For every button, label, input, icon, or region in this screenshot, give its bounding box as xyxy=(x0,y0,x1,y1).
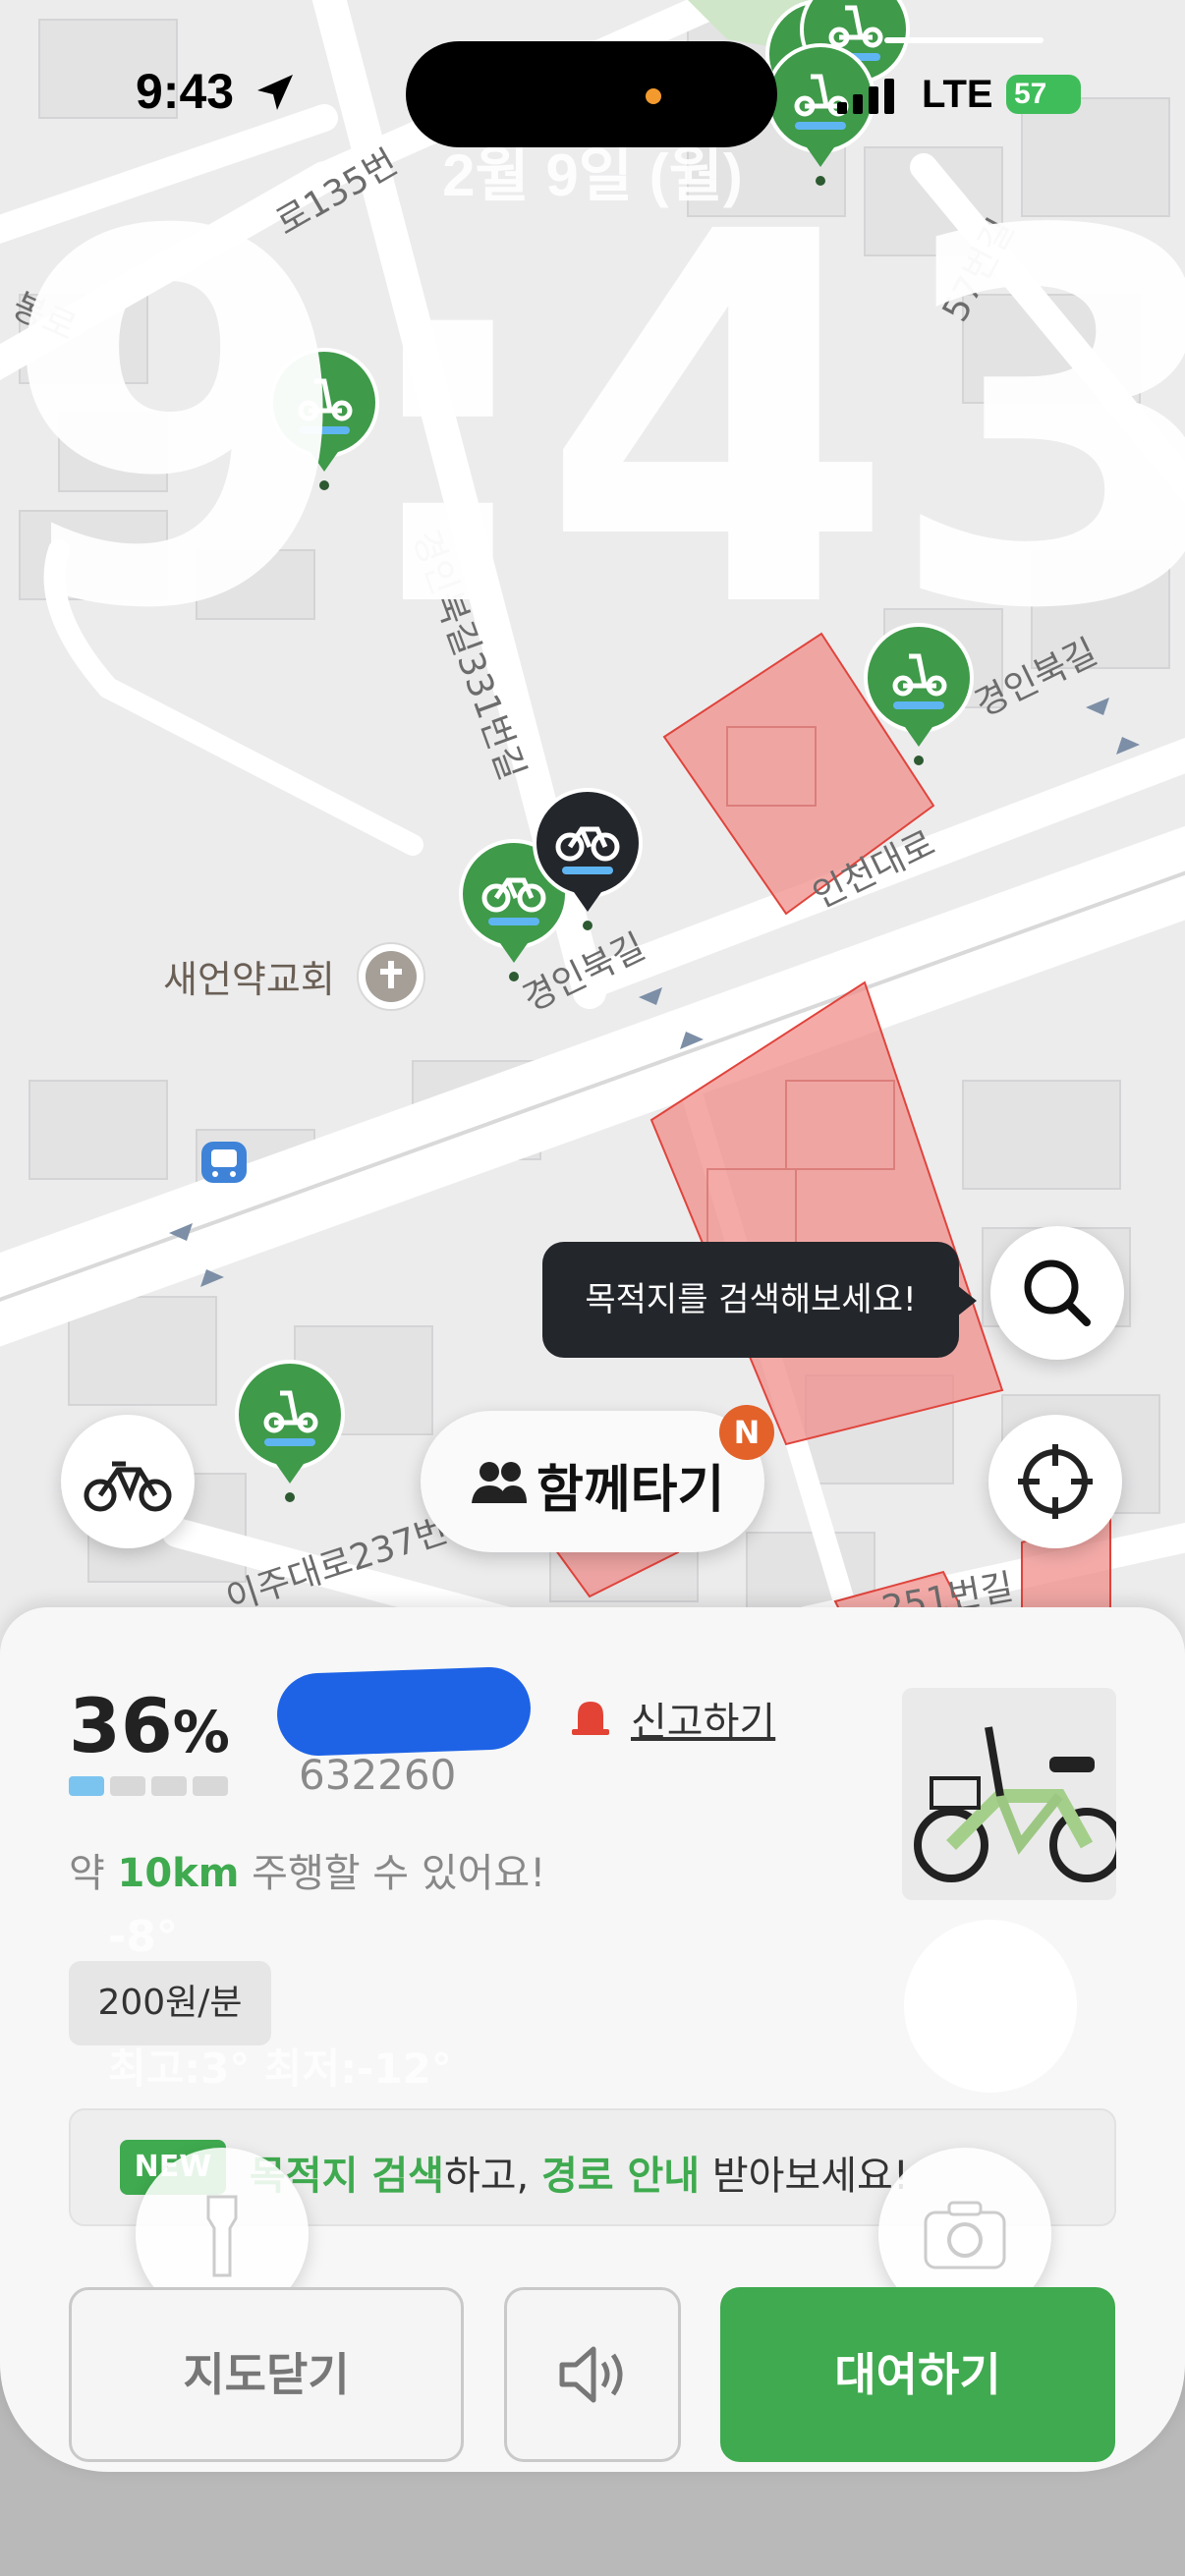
search-tooltip: 목적지를 검색해보세요! xyxy=(542,1242,977,1358)
lock-clock: 9:43 xyxy=(0,125,1185,720)
home-indicator xyxy=(884,37,1044,43)
bike-image xyxy=(902,1688,1116,1900)
network-label: LTE xyxy=(922,73,993,116)
weather-high-low: 최고:3° 최저:-12° xyxy=(108,2044,452,2093)
battery-segment xyxy=(110,1776,145,1796)
battery-segment xyxy=(69,1776,104,1796)
range-text: 약 10km 주행할 수 있어요! xyxy=(69,1851,546,1896)
vehicle-filter-button[interactable] xyxy=(61,1415,195,1548)
bike-illustration xyxy=(914,1726,1116,1882)
battery-gauge xyxy=(69,1776,228,1796)
status-time: 9:43 xyxy=(136,64,235,119)
place-label: 새언약교회 xyxy=(163,958,335,1001)
promo-text: 목적지 검색하고, 경로 안내 받아보세요! xyxy=(250,2154,909,2199)
locate-me-button[interactable] xyxy=(988,1415,1122,1548)
battery-percent: 36% xyxy=(69,1682,230,1769)
rent-button[interactable]: 대여하기 xyxy=(720,2287,1115,2462)
ride-together-button[interactable]: 함께타기 N xyxy=(421,1405,774,1552)
battery-segment xyxy=(151,1776,187,1796)
report-link[interactable]: 신고하기 xyxy=(631,1690,775,1747)
camera-indicator xyxy=(646,88,661,104)
new-badge: N xyxy=(719,1405,774,1460)
speaker-icon xyxy=(559,2346,623,2403)
app-screen: 봉로 로135번 57번길 경인북길331번길 경인북길 인천대로 경인북길 이… xyxy=(0,0,1185,2576)
ride-together-label: 함께타기 xyxy=(536,1461,725,1520)
close-map-button[interactable]: 지도닫기 xyxy=(69,2287,464,2462)
people-icon xyxy=(472,1462,527,1503)
lock-widget-circle xyxy=(904,1920,1077,2093)
close-map-label: 지도닫기 xyxy=(183,2348,350,2401)
status-bar: 9:43 LTE 57 xyxy=(0,0,1185,177)
price-badge: 200원/분 xyxy=(69,1961,271,2045)
location-arrow-icon xyxy=(257,75,293,110)
search-icon xyxy=(1024,1260,1091,1326)
battery-segment xyxy=(193,1776,228,1796)
target-icon xyxy=(1018,1444,1093,1519)
siren-icon xyxy=(572,1702,609,1735)
rent-label: 대여하기 xyxy=(834,2348,1001,2401)
sound-button[interactable] xyxy=(504,2287,681,2462)
dynamic-island xyxy=(406,41,777,147)
weather-temp: -8° xyxy=(108,1912,178,1962)
battery-icon: 57 xyxy=(1006,75,1081,114)
bus-stop-icon[interactable] xyxy=(201,1142,247,1183)
church-icon[interactable] xyxy=(357,942,425,1011)
tooltip-text: 목적지를 검색해보세요! xyxy=(585,1280,917,1319)
signal-icon xyxy=(837,79,894,114)
bike-id: 632260 xyxy=(299,1751,457,1799)
search-button[interactable] xyxy=(990,1226,1124,1360)
redacted-name xyxy=(275,1665,533,1758)
bike-toggle-icon xyxy=(84,1461,172,1512)
tooltip-arrow xyxy=(957,1285,977,1316)
battery-level: 57 xyxy=(1014,78,1047,110)
